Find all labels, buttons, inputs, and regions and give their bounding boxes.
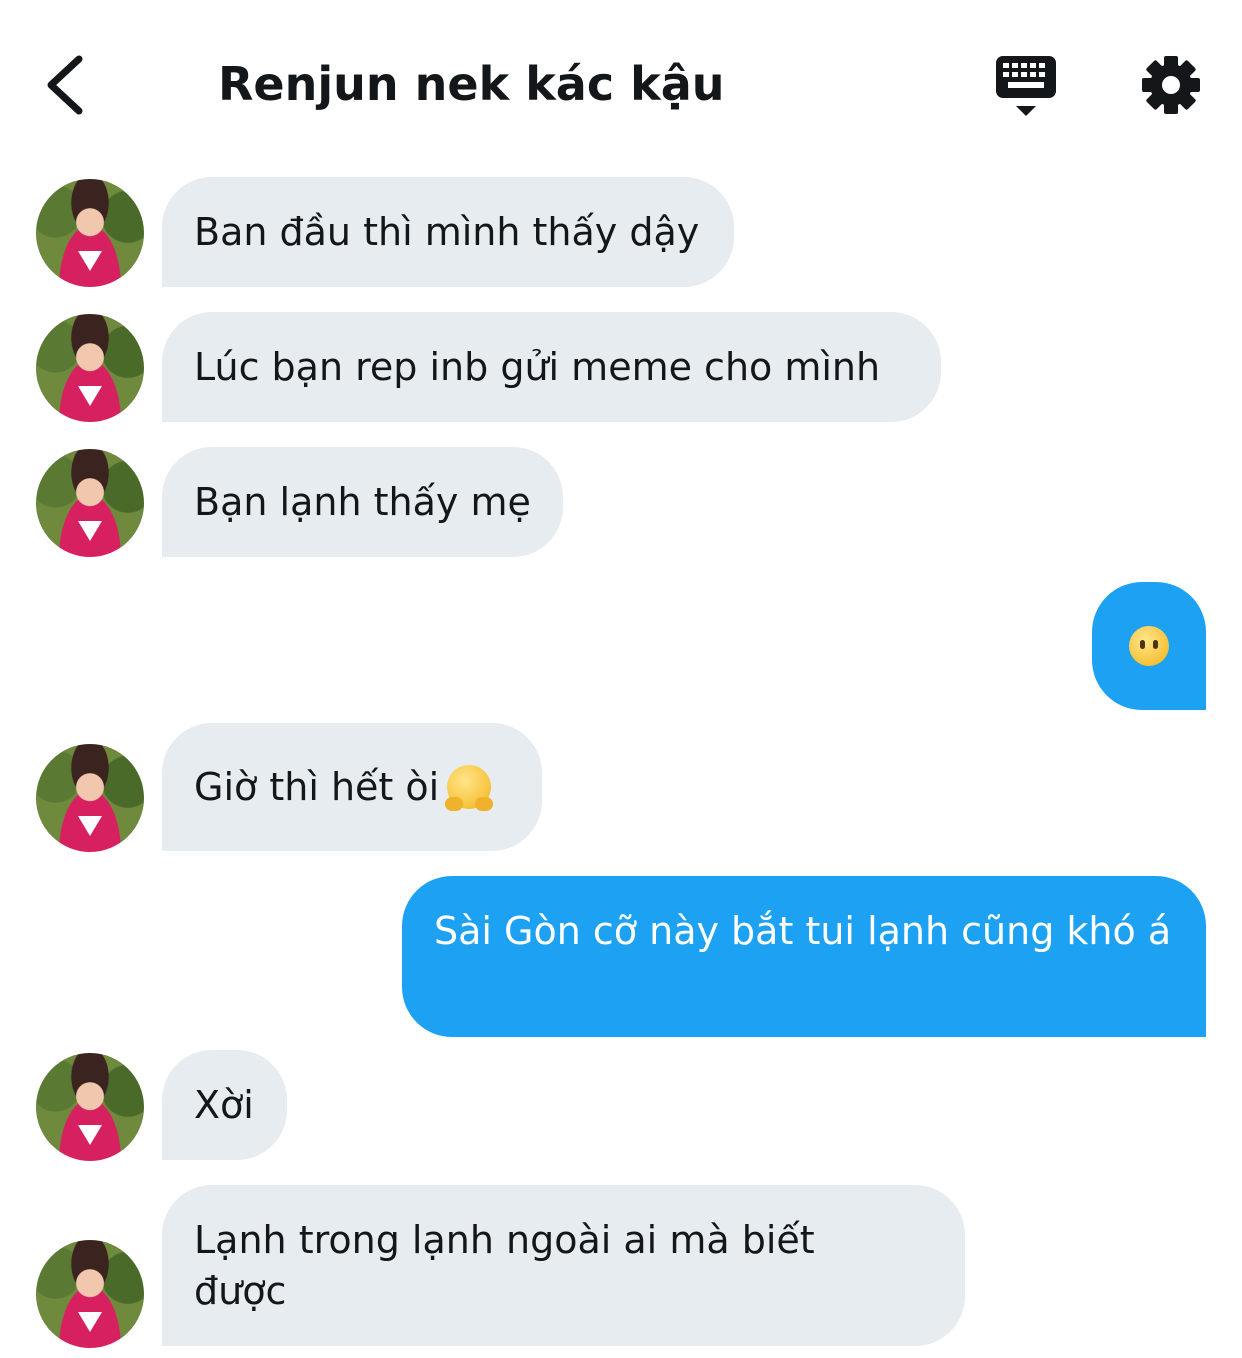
- message-text: Sài Gòn cỡ này bắt tui lạnh cũng khó á: [434, 909, 1172, 953]
- avatar[interactable]: [36, 744, 144, 852]
- incoming-message-bubble[interactable]: Xời: [162, 1050, 287, 1160]
- outgoing-message-bubble[interactable]: Sài Gòn cỡ này bắt tui lạnh cũng khó á: [402, 876, 1206, 1037]
- incoming-message-bubble[interactable]: Giờ thì hết òi: [162, 723, 542, 851]
- chevron-left-icon: [47, 55, 83, 115]
- keyboard-icon: [996, 56, 1056, 116]
- message-text: Lúc bạn rep inb gửi meme cho mình: [194, 344, 881, 389]
- avatar[interactable]: [36, 179, 144, 287]
- incoming-message-bubble[interactable]: Lúc bạn rep inb gửi meme cho mình: [162, 312, 941, 422]
- face-without-mouth-emoji: [1129, 626, 1169, 666]
- message-text: Ban đầu thì mình thấy dậy: [194, 209, 700, 254]
- incoming-message-bubble[interactable]: Lạnh trong lạnh ngoài ai mà biết được: [162, 1185, 965, 1346]
- avatar[interactable]: [36, 449, 144, 557]
- gear-icon: [1142, 56, 1200, 114]
- hugging-face-emoji: [445, 765, 494, 811]
- message-text: Bạn lạnh thấy mẹ: [194, 479, 531, 524]
- incoming-message-bubble[interactable]: Bạn lạnh thấy mẹ: [162, 447, 563, 557]
- message-text: Xời: [194, 1082, 254, 1127]
- avatar[interactable]: [36, 1240, 144, 1348]
- settings-button[interactable]: [1136, 50, 1206, 120]
- chat-header: Renjun nek kác kậu: [0, 0, 1242, 160]
- conversation-title: Renjun nek kác kậu: [218, 57, 725, 111]
- incoming-message-bubble[interactable]: Ban đầu thì mình thấy dậy: [162, 177, 734, 287]
- back-button[interactable]: [30, 45, 100, 125]
- message-text: Lạnh trong lạnh ngoài ai mà biết được: [194, 1218, 815, 1313]
- message-text: Giờ thì hết òi: [194, 764, 440, 809]
- outgoing-message-bubble[interactable]: [1092, 582, 1206, 710]
- avatar[interactable]: [36, 1053, 144, 1161]
- keyboard-button[interactable]: [990, 50, 1062, 122]
- avatar[interactable]: [36, 314, 144, 422]
